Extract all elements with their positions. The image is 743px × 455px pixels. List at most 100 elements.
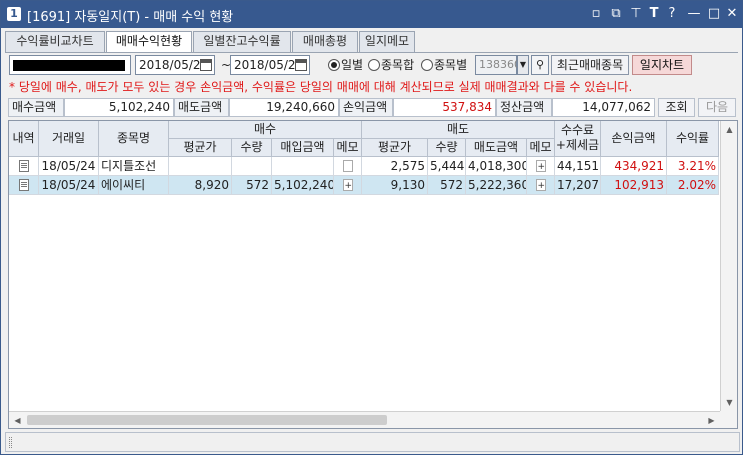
sell-amount-cell: 4,018,300 [466, 157, 527, 176]
memo-add-icon[interactable] [535, 158, 546, 175]
table-row[interactable]: 18/05/24 디지틀조선 2,575 5,444 4,018,300 44,… [9, 157, 719, 176]
text-size-icon[interactable]: T [645, 5, 663, 23]
sell-qty-cell: 5,444 [428, 157, 466, 176]
date-from-input[interactable]: 2018/05/24 [135, 55, 215, 75]
help-icon[interactable]: ? [663, 5, 681, 23]
date-to-value: 2018/05/24 [234, 58, 304, 72]
buy-amount-cell [272, 157, 334, 176]
sell-memo-cell[interactable] [527, 176, 555, 195]
stock-code-input[interactable]: 138360 [475, 55, 521, 75]
sell-avg-cell: 2,575 [362, 157, 428, 176]
radio-by-stock-label: 종목별 [434, 58, 468, 72]
col-return-rate: 수익률 [667, 121, 719, 157]
col-buy-qty: 수량 [232, 139, 272, 157]
query-button[interactable]: 조회 [658, 98, 695, 117]
sell-qty-cell: 572 [428, 176, 466, 195]
name-cell: 디지틀조선 [99, 157, 169, 176]
recent-trades-button[interactable]: 최근매매종목 [551, 55, 629, 75]
pnl-amount-value: 537,834 [393, 98, 496, 117]
tab-trade-profit-status[interactable]: 매매수익현황 [106, 31, 192, 53]
notice-text: * 당일에 매수, 매도가 모두 있는 경우 손익금액, 수익률은 당일의 매매… [9, 80, 633, 94]
scroll-down-icon[interactable]: ▼ [721, 394, 737, 411]
redacted-account [13, 60, 125, 71]
memo-add-icon[interactable] [535, 177, 546, 194]
window-number-icon: 1 [7, 7, 21, 21]
document-icon[interactable] [18, 160, 29, 172]
radio-stock-sum[interactable] [368, 59, 380, 71]
next-button[interactable]: 다음 [698, 98, 736, 117]
search-icon[interactable]: ⚲ [531, 55, 549, 75]
col-group-sell: 매도 [362, 121, 555, 139]
buy-avg-cell: 8,920 [169, 176, 232, 195]
buy-memo-cell[interactable] [334, 157, 362, 176]
col-fee-tax: 수수료 +제세금 [555, 121, 601, 157]
minimize-icon[interactable]: — [685, 5, 703, 23]
col-sell-qty: 수량 [428, 139, 466, 157]
buy-memo-cell[interactable] [334, 176, 362, 195]
journal-chart-button[interactable]: 일지차트 [632, 55, 692, 75]
document-icon[interactable] [18, 179, 29, 191]
col-pnl: 손익금액 [601, 121, 667, 157]
memo-add-icon[interactable] [342, 177, 353, 194]
tab-divider [5, 52, 738, 53]
date-cell: 18/05/24 [39, 176, 99, 195]
buy-avg-cell [169, 157, 232, 176]
radio-daily[interactable] [328, 59, 340, 71]
col-date: 거래일 [39, 121, 99, 157]
horizontal-scroll-thumb[interactable] [27, 415, 387, 425]
buy-amount-label: 매수금액 [8, 98, 64, 117]
title-bar[interactable]: 1 [1691] 자동일지(T) - 매매 수익 현황 ▫ ⧉ ⊤ T ? — … [1, 1, 742, 28]
sell-avg-cell: 9,130 [362, 176, 428, 195]
scroll-left-icon[interactable]: ◀ [9, 412, 26, 428]
restore-icon[interactable]: ▫ [587, 5, 605, 23]
tab-return-compare-chart[interactable]: 수익률비교차트 [5, 31, 105, 52]
buy-amount-cell: 5,102,240 [272, 176, 334, 195]
buy-qty-cell: 572 [232, 176, 272, 195]
copy-icon[interactable]: ⧉ [607, 5, 625, 23]
calendar-icon[interactable] [200, 59, 212, 71]
tab-daily-balance-return[interactable]: 일별잔고수익률 [193, 31, 291, 52]
name-cell: 에이씨티 [99, 176, 169, 195]
detail-cell[interactable] [9, 176, 39, 195]
detail-cell[interactable] [9, 157, 39, 176]
col-buy-memo: 메모 [334, 139, 362, 157]
pnl-amount-label: 손익금액 [339, 98, 393, 117]
radio-stock-sum-label: 종목합 [381, 58, 415, 72]
grip-icon[interactable] [9, 437, 12, 448]
sell-amount-label: 매도금액 [174, 98, 229, 117]
calendar-icon[interactable] [295, 59, 307, 71]
pin-icon[interactable]: ⊤ [627, 5, 645, 23]
col-buy-amount: 매입금액 [272, 139, 334, 157]
buy-amount-value: 5,102,240 [64, 98, 174, 117]
memo-icon[interactable] [342, 160, 353, 172]
scroll-up-icon[interactable]: ▲ [721, 121, 737, 138]
tab-trade-review[interactable]: 매매총평 [292, 31, 358, 52]
pnl-cell: 434,921 [601, 157, 667, 176]
date-from-value: 2018/05/24 [139, 58, 209, 72]
fee-cell: 17,207 [555, 176, 601, 195]
chevron-down-icon[interactable]: ▼ [517, 55, 529, 75]
app-window: 1 [1691] 자동일지(T) - 매매 수익 현황 ▫ ⧉ ⊤ T ? — … [0, 0, 743, 455]
date-cell: 18/05/24 [39, 157, 99, 176]
scroll-right-icon[interactable]: ▶ [703, 412, 720, 428]
window-title: [1691] 자동일지(T) - 매매 수익 현황 [27, 10, 234, 25]
buy-qty-cell [232, 157, 272, 176]
rate-cell: 2.02% [667, 176, 719, 195]
sell-memo-cell[interactable] [527, 157, 555, 176]
date-to-input[interactable]: 2018/05/24 [230, 55, 310, 75]
radio-by-stock[interactable] [421, 59, 433, 71]
col-sell-amount: 매도금액 [466, 139, 527, 157]
col-buy-avg: 평균가 [169, 139, 232, 157]
tab-journal-memo[interactable]: 일지메모 [359, 31, 415, 52]
maximize-icon[interactable]: □ [705, 5, 723, 23]
settle-amount-value: 14,077,062 [552, 98, 655, 117]
account-input[interactable] [9, 55, 131, 75]
settle-amount-label: 정산금액 [496, 98, 552, 117]
close-icon[interactable]: ✕ [723, 5, 741, 23]
col-group-buy: 매수 [169, 121, 362, 139]
vertical-scrollbar[interactable]: ▲ ▼ [720, 121, 737, 411]
horizontal-scrollbar[interactable]: ◀ ▶ [9, 411, 720, 428]
sell-amount-value: 19,240,660 [229, 98, 339, 117]
scroll-corner [720, 411, 737, 428]
table-row[interactable]: 18/05/24 에이씨티 8,920 572 5,102,240 9,130 … [9, 176, 719, 195]
